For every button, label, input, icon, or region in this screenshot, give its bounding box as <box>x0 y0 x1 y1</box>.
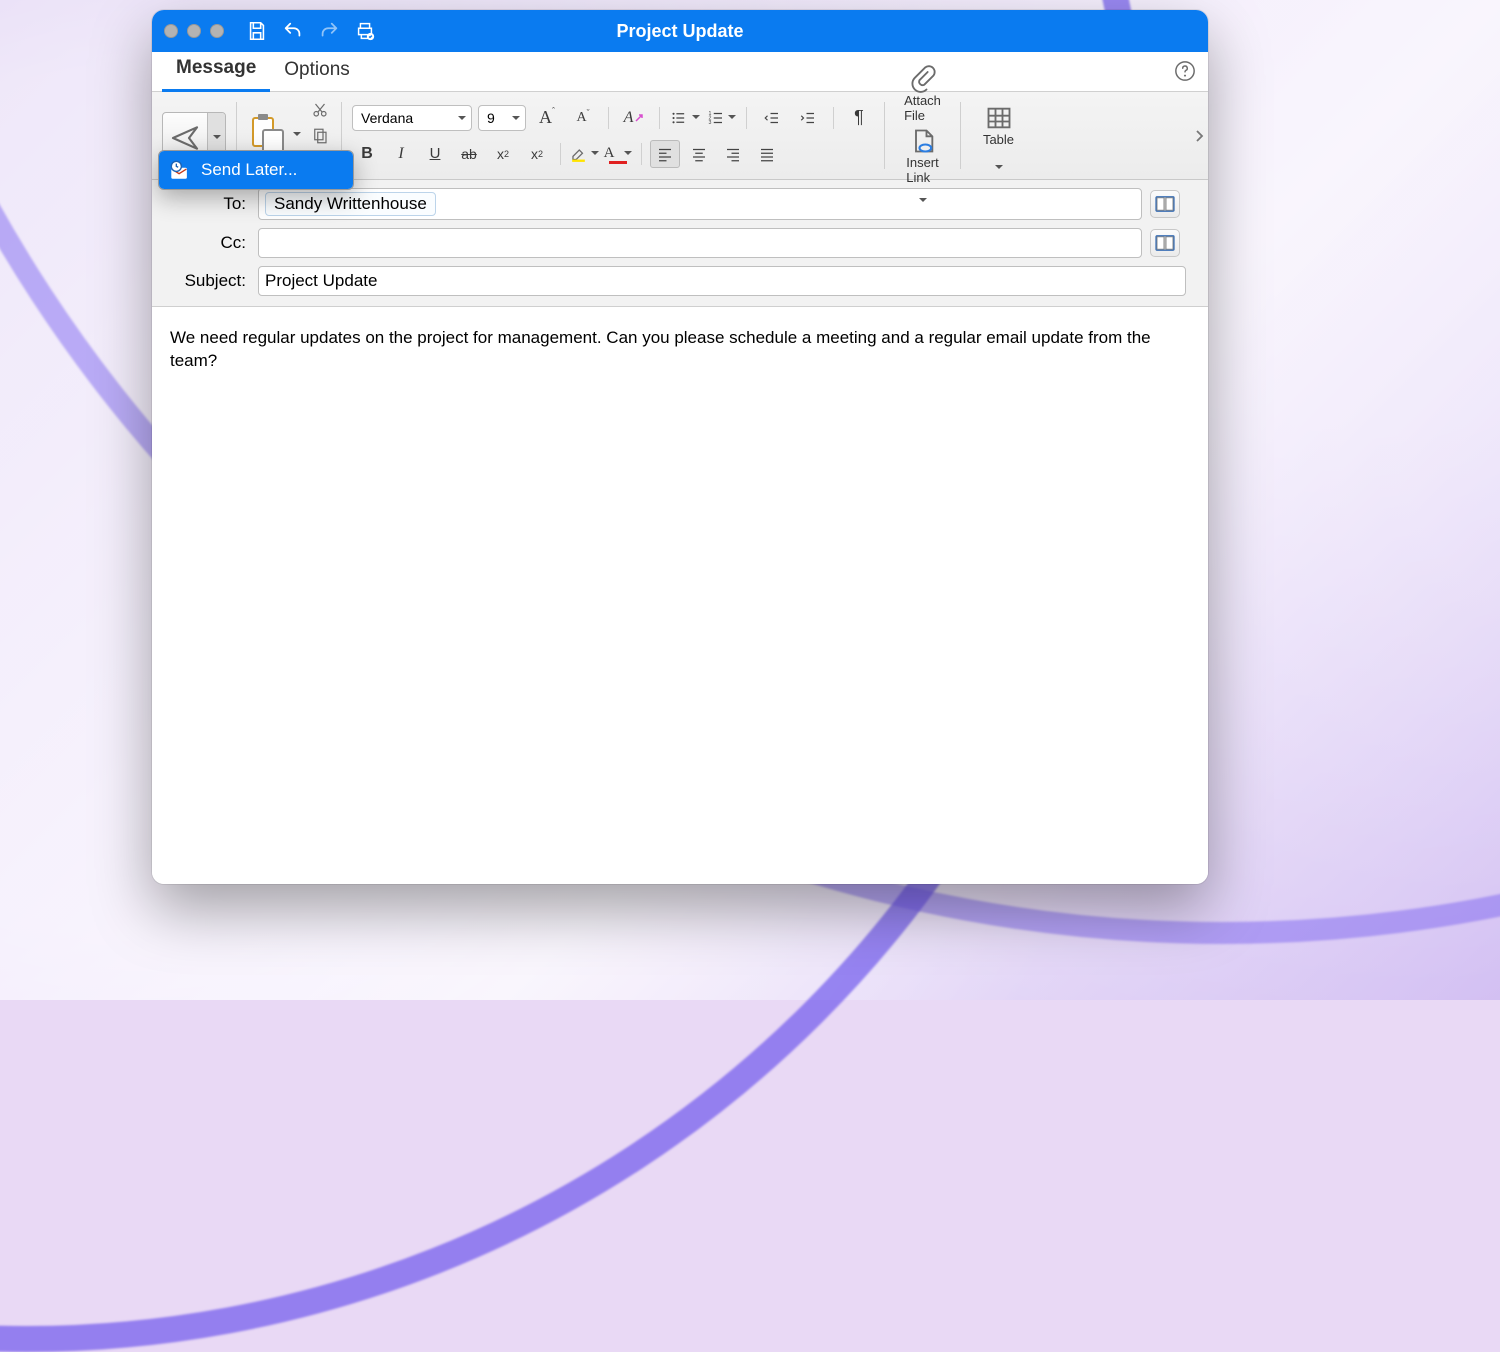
copy-icon[interactable] <box>309 125 331 147</box>
to-label: To: <box>160 194 250 214</box>
cut-icon[interactable] <box>309 99 331 121</box>
font-size-select[interactable]: 9 <box>478 105 526 131</box>
insert-group-options[interactable] <box>916 189 930 206</box>
undo-icon[interactable] <box>282 20 304 42</box>
quick-access-toolbar <box>246 20 376 42</box>
tab-options[interactable]: Options <box>270 51 363 91</box>
clear-formatting-button[interactable]: A <box>619 104 649 132</box>
font-family-select[interactable]: Verdana <box>352 105 472 131</box>
underline-button[interactable]: U <box>420 140 450 168</box>
numbered-list-button[interactable]: 123 <box>706 104 736 132</box>
subject-value: Project Update <box>265 271 377 291</box>
ribbon-expand-button[interactable] <box>1192 116 1206 156</box>
close-window-button[interactable] <box>164 24 178 38</box>
table-label: Table <box>983 132 1014 147</box>
message-headers: To: Sandy Writtenhouse Cc: Subject: Proj… <box>152 180 1208 307</box>
align-center-button[interactable] <box>684 140 714 168</box>
show-paragraph-marks-button[interactable]: ¶ <box>844 104 874 132</box>
font-family-value: Verdana <box>361 110 413 126</box>
tab-message[interactable]: Message <box>162 49 270 92</box>
send-options-menu: Send Later... <box>158 150 354 190</box>
italic-button[interactable]: I <box>386 140 416 168</box>
strikethrough-button[interactable]: ab <box>454 140 484 168</box>
minimize-window-button[interactable] <box>187 24 201 38</box>
titlebar: Project Update <box>152 10 1208 52</box>
subscript-button[interactable]: x2 <box>488 140 518 168</box>
cc-address-book-button[interactable] <box>1150 229 1180 257</box>
increase-indent-button[interactable] <box>793 104 823 132</box>
subject-field[interactable]: Project Update <box>258 266 1186 296</box>
insert-link-button[interactable]: Insert Link <box>895 127 950 185</box>
send-later-menu-item[interactable]: Send Later... <box>159 151 353 189</box>
shrink-font-button[interactable]: Aˇ <box>568 104 598 132</box>
print-icon[interactable] <box>354 20 376 42</box>
compose-window: Project Update Message Options <box>152 10 1208 884</box>
window-controls <box>164 24 224 38</box>
send-later-label: Send Later... <box>201 160 297 180</box>
attach-file-button[interactable]: Attach File <box>895 65 950 123</box>
bulleted-list-button[interactable] <box>670 104 700 132</box>
paste-dropdown[interactable] <box>293 127 305 145</box>
insert-link-label: Insert Link <box>906 155 939 185</box>
align-right-button[interactable] <box>718 140 748 168</box>
attach-file-label: Attach File <box>904 93 941 123</box>
bold-button[interactable]: B <box>352 140 382 168</box>
redo-icon[interactable] <box>318 20 340 42</box>
save-icon[interactable] <box>246 20 268 42</box>
to-address-book-button[interactable] <box>1150 190 1180 218</box>
subject-label: Subject: <box>160 271 250 291</box>
table-dropdown[interactable] <box>992 156 1006 173</box>
highlight-color-button[interactable] <box>569 140 599 168</box>
message-body-text: We need regular updates on the project f… <box>170 328 1151 370</box>
font-size-value: 9 <box>487 110 495 126</box>
grow-font-button[interactable]: Aˆ <box>532 104 562 132</box>
to-recipient-chip[interactable]: Sandy Writtenhouse <box>265 192 436 216</box>
message-body[interactable]: We need regular updates on the project f… <box>152 307 1208 884</box>
to-field[interactable]: Sandy Writtenhouse <box>258 188 1142 220</box>
help-icon[interactable] <box>1174 60 1196 82</box>
justify-button[interactable] <box>752 140 782 168</box>
align-left-button[interactable] <box>650 140 680 168</box>
decrease-indent-button[interactable] <box>757 104 787 132</box>
cc-field[interactable] <box>258 228 1142 258</box>
table-button[interactable]: Table <box>971 98 1026 152</box>
zoom-window-button[interactable] <box>210 24 224 38</box>
superscript-button[interactable]: x2 <box>522 140 552 168</box>
ribbon-tabs: Message Options <box>152 52 1208 92</box>
cc-label: Cc: <box>160 233 250 253</box>
svg-text:3: 3 <box>708 120 711 126</box>
font-color-button[interactable]: A <box>603 140 633 168</box>
